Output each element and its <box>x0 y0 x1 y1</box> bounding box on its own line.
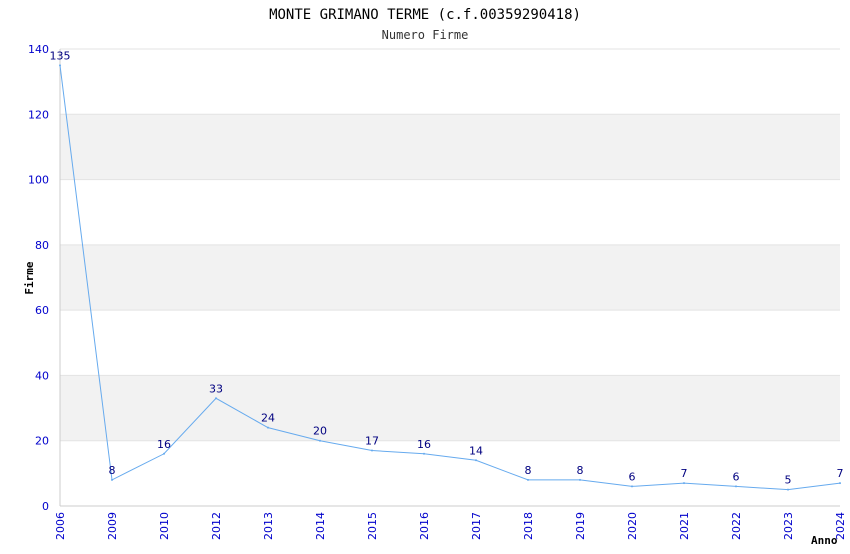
x-tick-label: 2012 <box>210 512 223 540</box>
grid-band <box>60 244 840 311</box>
background-bands <box>60 49 840 506</box>
y-tick-label: 100 <box>28 174 49 187</box>
data-label: 8 <box>525 464 532 477</box>
chart-subtitle: Numero Firme <box>382 28 469 42</box>
data-label: 14 <box>469 444 483 457</box>
data-label: 17 <box>365 435 379 448</box>
y-tick-label: 60 <box>35 304 49 317</box>
data-point <box>579 478 581 481</box>
data-label: 135 <box>50 49 71 62</box>
chart-title: MONTE GRIMANO TERME (c.f.00359290418) <box>269 7 581 23</box>
x-tick-label: 2019 <box>574 512 587 540</box>
data-label: 16 <box>417 438 431 451</box>
data-label: 7 <box>681 467 688 480</box>
y-tick-label: 120 <box>28 108 49 121</box>
data-label: 8 <box>577 464 584 477</box>
grid-band <box>60 375 840 441</box>
grid-band <box>60 114 840 180</box>
data-label: 24 <box>261 412 275 425</box>
y-tick-label: 0 <box>42 500 49 513</box>
x-tick-label: 2021 <box>678 512 691 540</box>
data-point <box>475 459 477 462</box>
data-label: 33 <box>209 382 223 395</box>
data-label: 6 <box>733 470 740 483</box>
grid-band <box>60 440 840 506</box>
data-label: 7 <box>837 467 844 480</box>
data-label: 8 <box>109 464 116 477</box>
data-point <box>319 439 321 442</box>
data-point <box>527 478 529 481</box>
data-point <box>59 64 61 67</box>
y-tick-label: 80 <box>35 239 49 252</box>
x-tick-label: 2009 <box>106 512 119 540</box>
data-label: 6 <box>629 470 636 483</box>
grid-band <box>60 179 840 245</box>
data-label: 5 <box>785 474 792 487</box>
data-point <box>163 452 165 455</box>
grid-band <box>60 310 840 376</box>
x-tick-label: 2022 <box>730 512 743 540</box>
x-tick-label: 2018 <box>522 512 535 540</box>
y-tick-label: 140 <box>28 43 49 56</box>
data-point <box>683 482 685 485</box>
data-point <box>423 452 425 455</box>
data-point <box>787 488 789 491</box>
x-axis-label: Anno <box>811 534 838 547</box>
line-chart: 13581633242017 16148 86 7 6 57 02040608010012… <box>23 7 847 547</box>
data-point <box>215 397 217 400</box>
data-point <box>839 482 841 485</box>
grid-band <box>60 49 840 115</box>
x-tick-label: 2013 <box>262 512 275 540</box>
data-point <box>735 485 737 488</box>
y-axis-label: Firme <box>23 261 36 294</box>
x-tick-label: 2017 <box>470 512 483 540</box>
x-tick-label: 2020 <box>626 512 639 540</box>
x-tick-label: 2016 <box>418 512 431 540</box>
data-point <box>371 449 373 452</box>
data-label: 20 <box>313 425 327 438</box>
x-tick-label: 2015 <box>366 512 379 540</box>
data-point <box>111 478 113 481</box>
data-label: 16 <box>157 438 171 451</box>
data-point <box>631 485 633 488</box>
x-tick-label: 2006 <box>54 512 67 540</box>
x-tick-label: 2010 <box>158 512 171 540</box>
x-tick-label: 2014 <box>314 512 327 540</box>
x-tick-label: 2023 <box>782 512 795 540</box>
y-tick-label: 40 <box>35 369 49 382</box>
y-tick-label: 20 <box>35 435 49 448</box>
chart-container: 135 8 16 33 24 20 17 16 14 8 8 6 7 6 5 7 0 20 40 60 80 100 12… <box>0 0 850 550</box>
data-point <box>267 426 269 429</box>
